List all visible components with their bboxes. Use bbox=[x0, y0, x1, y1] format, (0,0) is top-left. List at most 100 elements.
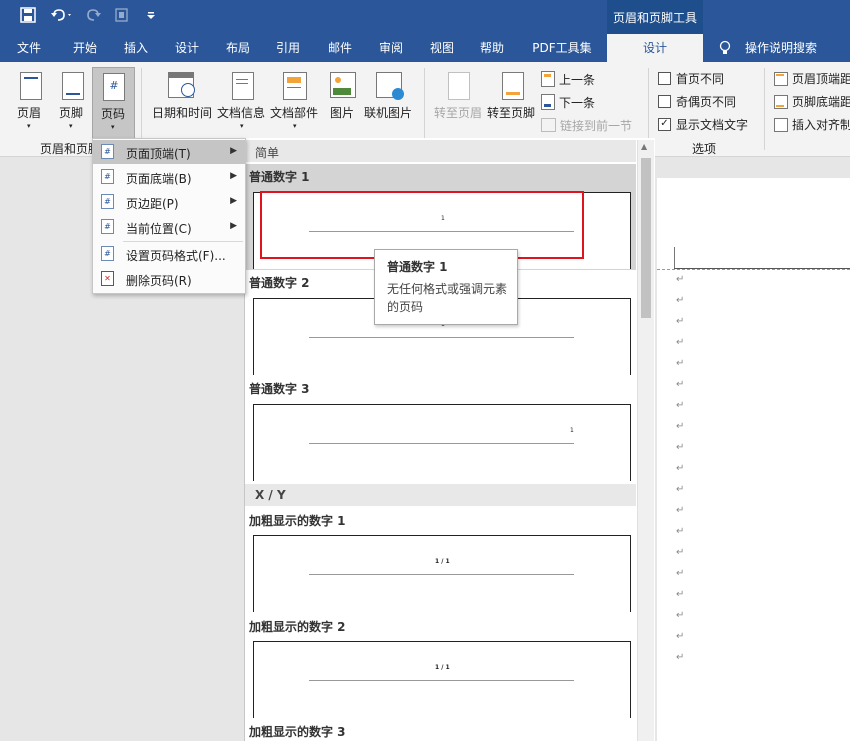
tab-mailings[interactable]: 邮件 bbox=[318, 34, 362, 62]
header-button[interactable]: 页眉 ▾ bbox=[12, 70, 48, 132]
doc-info-label: 文档信息 bbox=[217, 106, 266, 120]
header-icon bbox=[20, 72, 42, 100]
paragraph-mark: ↵ bbox=[676, 463, 685, 474]
tab-help[interactable]: 帮助 bbox=[470, 34, 514, 62]
different-odd-even-checkbox[interactable]: 奇偶页不同 bbox=[658, 93, 750, 109]
save-icon[interactable] bbox=[20, 7, 36, 27]
tell-me-search[interactable]: 操作说明搜索 bbox=[738, 34, 824, 62]
goto-header-label: 转至页眉 bbox=[434, 106, 483, 120]
gallery-item-preview: 1 bbox=[253, 404, 631, 481]
scrollbar-thumb[interactable] bbox=[641, 158, 651, 318]
category-label: 简单 bbox=[255, 146, 280, 160]
footer-bottom-distance[interactable]: 页脚底端距 bbox=[774, 93, 850, 109]
page-number-text: 1 bbox=[570, 427, 574, 434]
tab-view[interactable]: 视图 bbox=[420, 34, 464, 62]
menu-item-label: 当前位置(C) bbox=[126, 222, 192, 236]
tab-design[interactable]: 设计 bbox=[164, 34, 210, 62]
gallery-item-title: 普通数字 2 bbox=[249, 276, 310, 290]
tab-header-footer-design[interactable]: 设计 bbox=[607, 34, 703, 62]
tab-insert[interactable]: 插入 bbox=[114, 34, 158, 62]
submenu-arrow-icon: ▶ bbox=[230, 171, 237, 181]
gallery-item-preview: 1 / 1 bbox=[253, 535, 631, 612]
picture-button[interactable]: 图片 bbox=[326, 70, 358, 122]
paragraph-mark: ↵ bbox=[676, 631, 685, 642]
online-picture-button[interactable]: 联机图片 bbox=[362, 70, 418, 122]
doc-parts-button[interactable]: 文档部件 ▾ bbox=[269, 70, 321, 132]
different-first-page-checkbox[interactable]: 首页不同 bbox=[658, 70, 750, 86]
submenu-arrow-icon: ▶ bbox=[230, 196, 237, 206]
checkmark-icon: ✓ bbox=[658, 118, 671, 131]
tab-references[interactable]: 引用 bbox=[266, 34, 310, 62]
menu-item-label: 删除页码(R) bbox=[126, 274, 192, 288]
date-time-button[interactable]: 日期和时间 bbox=[150, 70, 214, 122]
undo-icon[interactable] bbox=[50, 7, 74, 27]
document-page[interactable] bbox=[657, 178, 850, 741]
menu-item-bottom-of-page[interactable]: # 页面底端(B) ▶ bbox=[93, 165, 245, 189]
customize-qat-icon[interactable] bbox=[146, 9, 156, 25]
previous-icon bbox=[541, 71, 555, 87]
gallery-item-bold-number-2[interactable]: 加粗显示的数字 2 1 / 1 bbox=[245, 614, 636, 718]
paragraph-mark: ↵ bbox=[676, 358, 685, 369]
gallery-item-title: 加粗显示的数字 1 bbox=[249, 514, 346, 528]
header-underline bbox=[674, 268, 850, 269]
submenu-arrow-icon: ▶ bbox=[230, 146, 237, 156]
next-label: 下一条 bbox=[559, 96, 596, 110]
goto-footer-icon bbox=[502, 72, 524, 100]
tab-file[interactable]: 文件 bbox=[8, 34, 50, 62]
menu-item-top-of-page[interactable]: # 页面顶端(T) ▶ bbox=[93, 140, 245, 164]
paragraph-mark: ↵ bbox=[676, 526, 685, 537]
chevron-down-icon: ▾ bbox=[69, 122, 73, 130]
tab-review[interactable]: 审阅 bbox=[368, 34, 414, 62]
tab-home[interactable]: 开始 bbox=[62, 34, 108, 62]
page-number-text: 1 / 1 bbox=[435, 664, 450, 671]
format-painter-icon[interactable] bbox=[114, 7, 130, 27]
menu-item-format-page-numbers[interactable]: # 设置页码格式(F)... bbox=[93, 242, 245, 266]
footer-button[interactable]: 页脚 ▾ bbox=[54, 70, 90, 132]
page-number-button[interactable]: # 页码 ▾ bbox=[92, 67, 135, 139]
menu-item-page-margins[interactable]: # 页边距(P) ▶ bbox=[93, 190, 245, 214]
tooltip-title: 普通数字 1 bbox=[387, 260, 448, 274]
gallery-item-bold-number-3[interactable]: 加粗显示的数字 3 bbox=[245, 720, 636, 741]
different-odd-even-label: 奇偶页不同 bbox=[676, 95, 737, 109]
link-previous-button[interactable]: 链接到前一节 bbox=[541, 116, 637, 134]
page-number-icon: # bbox=[103, 73, 125, 101]
insert-align-tab-label: 插入对齐制 bbox=[792, 118, 850, 132]
gallery-item-title: 加粗显示的数字 3 bbox=[249, 725, 346, 739]
gallery-category-xy: X / Y bbox=[245, 484, 636, 506]
remove-page-number-icon: ✕ bbox=[101, 271, 114, 286]
doc-info-button[interactable]: 文档信息 ▾ bbox=[216, 70, 268, 132]
gallery-scrollbar[interactable]: ▲ bbox=[637, 140, 654, 741]
paragraph-mark: ↵ bbox=[676, 295, 685, 306]
page-number-label: 页码 bbox=[101, 107, 126, 121]
tooltip-description-line-2: 的页码 bbox=[387, 300, 424, 314]
preview-line bbox=[309, 574, 574, 575]
goto-footer-label: 转至页脚 bbox=[487, 106, 536, 120]
menu-item-current-position[interactable]: # 当前位置(C) ▶ bbox=[93, 215, 245, 239]
tab-pdf-tools[interactable]: PDF工具集 bbox=[522, 34, 602, 62]
tooltip-description-line-1: 无任何格式或强调元素 bbox=[387, 282, 508, 296]
doc-parts-icon bbox=[283, 72, 307, 100]
footer-label: 页脚 bbox=[59, 106, 84, 120]
tab-layout[interactable]: 布局 bbox=[216, 34, 260, 62]
footer-icon bbox=[62, 72, 84, 100]
page-top-icon: # bbox=[101, 144, 114, 159]
previous-button[interactable]: 上一条 bbox=[541, 70, 611, 88]
doc-info-icon bbox=[232, 72, 254, 100]
menu-item-label: 页面底端(B) bbox=[126, 172, 192, 186]
next-button[interactable]: 下一条 bbox=[541, 93, 611, 111]
gallery-item-plain-number-3[interactable]: 普通数字 3 1 bbox=[245, 376, 636, 482]
insert-align-tab-button[interactable]: 插入对齐制 bbox=[774, 116, 850, 132]
redo-icon[interactable] bbox=[86, 7, 102, 27]
paragraph-mark: ↵ bbox=[676, 442, 685, 453]
goto-header-button[interactable]: 转至页眉 bbox=[432, 70, 484, 122]
ribbon-separator bbox=[764, 68, 765, 150]
header-top-distance[interactable]: 页眉顶端距 bbox=[774, 70, 850, 86]
show-doc-text-checkbox[interactable]: ✓ 显示文档文字 bbox=[658, 116, 758, 132]
gallery-item-bold-number-1[interactable]: 加粗显示的数字 1 1 / 1 bbox=[245, 508, 636, 612]
goto-footer-button[interactable]: 转至页脚 bbox=[486, 70, 538, 122]
scroll-up-icon[interactable]: ▲ bbox=[641, 142, 647, 151]
menu-item-remove-page-numbers[interactable]: ✕ 删除页码(R) bbox=[93, 267, 245, 291]
gallery-item-preview: 1 / 1 bbox=[253, 641, 631, 718]
group-label-options: 选项 bbox=[692, 142, 717, 156]
paragraph-mark: ↵ bbox=[676, 421, 685, 432]
